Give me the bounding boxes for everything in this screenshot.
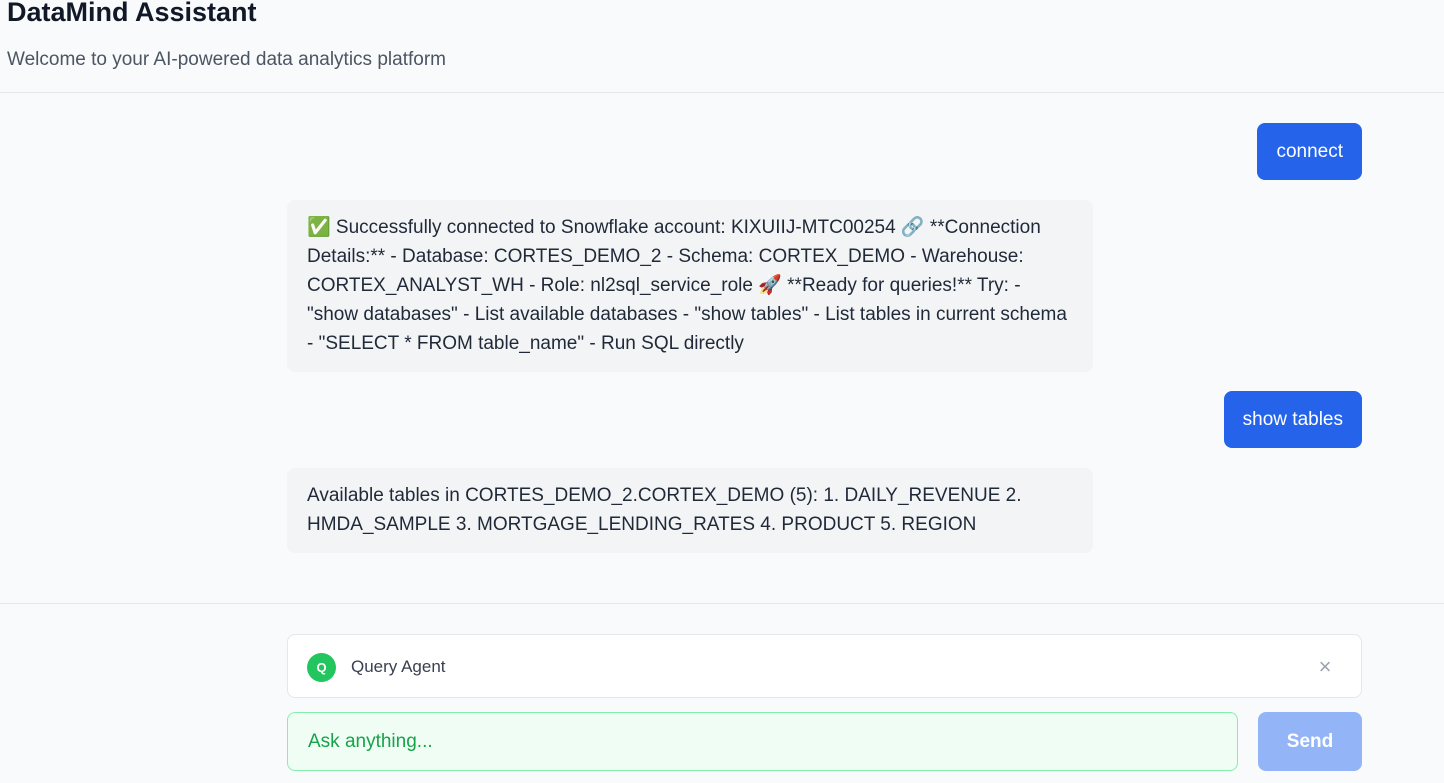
agent-name-label: Query Agent bbox=[351, 657, 446, 676]
user-message-connect[interactable]: connect bbox=[1257, 123, 1362, 180]
app-header: DataMind Assistant Welcome to your AI-po… bbox=[0, 0, 1444, 93]
chat-thread[interactable]: connect ✅ Successfully connected to Snow… bbox=[0, 94, 1444, 603]
app-page: DataMind Assistant Welcome to your AI-po… bbox=[0, 0, 1444, 783]
assistant-message-tables: Available tables in CORTES_DEMO_2.CORTEX… bbox=[287, 468, 1093, 553]
composer-area: Q Query Agent × Send bbox=[0, 603, 1444, 783]
user-message-show-tables[interactable]: show tables bbox=[1223, 391, 1362, 448]
agent-avatar-icon: Q bbox=[307, 653, 336, 682]
app-title: DataMind Assistant bbox=[7, 0, 257, 27]
agent-selector-card[interactable]: Q Query Agent × bbox=[287, 634, 1362, 698]
assistant-message-connection: ✅ Successfully connected to Snowflake ac… bbox=[287, 200, 1093, 372]
chat-input[interactable] bbox=[288, 713, 1237, 770]
app-subtitle: Welcome to your AI-powered data analytic… bbox=[7, 49, 446, 70]
send-button[interactable]: Send bbox=[1258, 712, 1362, 771]
close-icon[interactable]: × bbox=[1313, 655, 1337, 679]
chat-input-wrapper[interactable] bbox=[287, 712, 1238, 771]
